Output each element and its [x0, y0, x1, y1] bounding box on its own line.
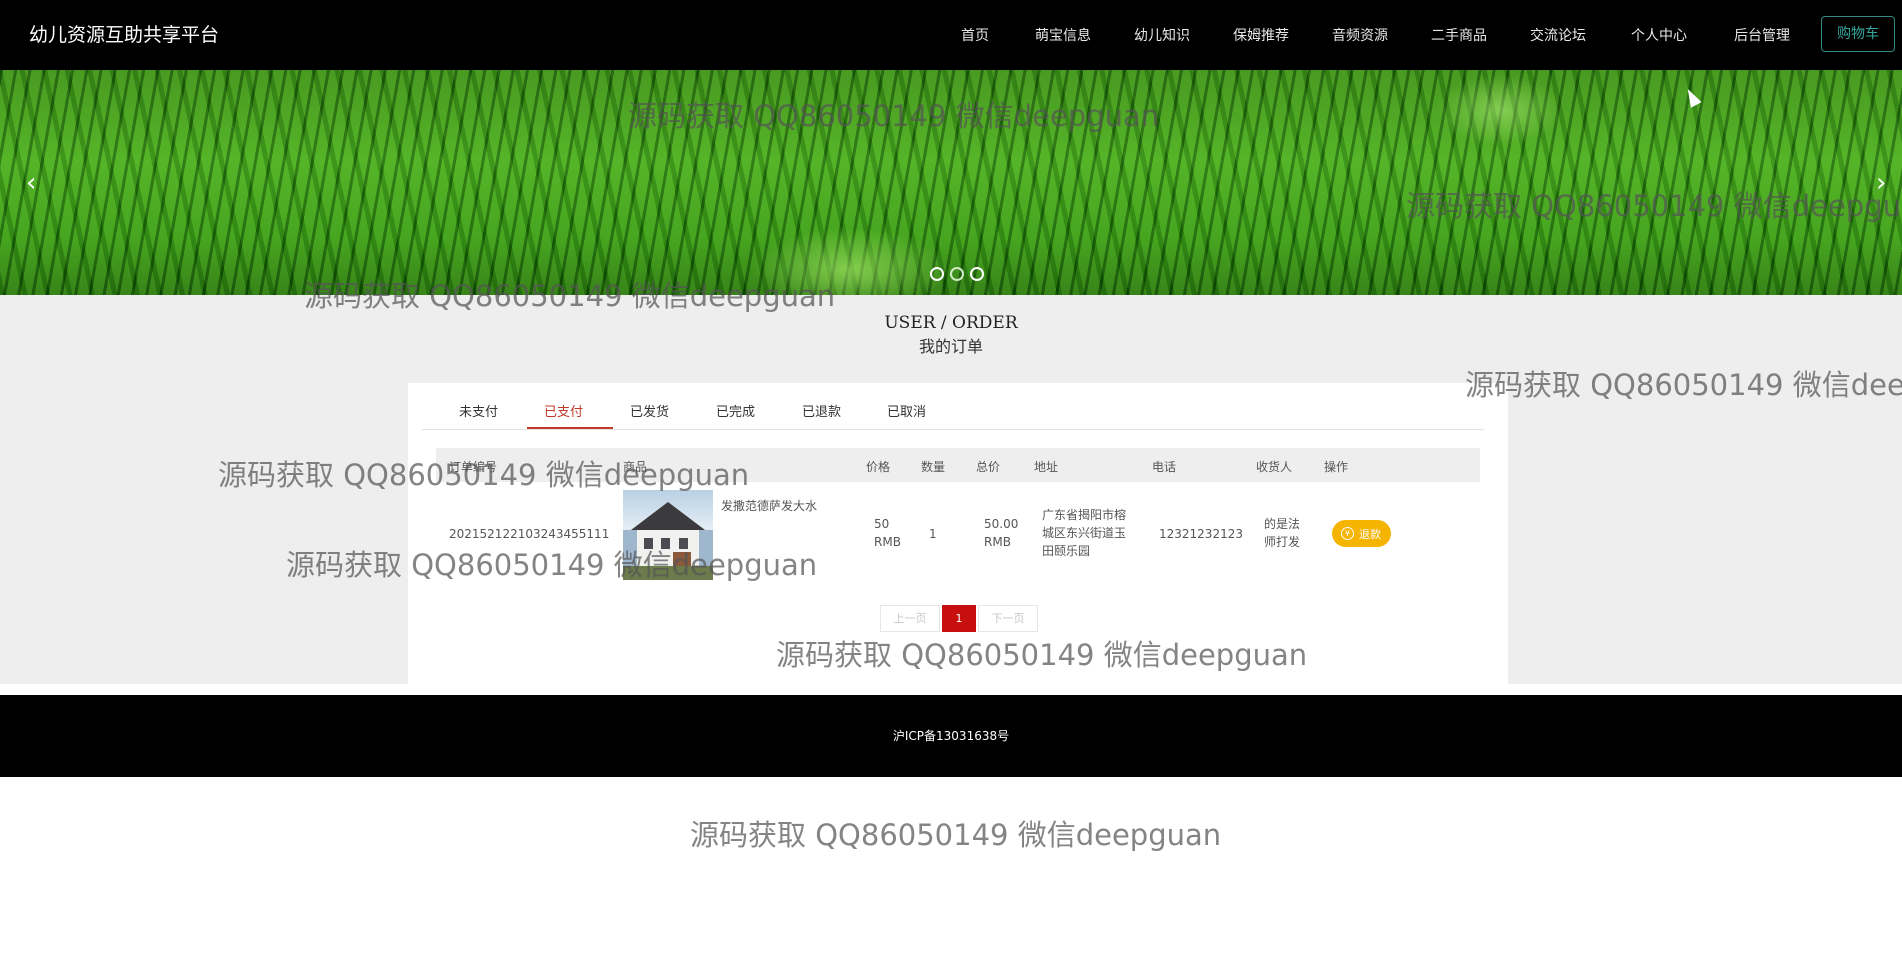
- carousel-prev-icon[interactable]: ‹: [26, 170, 36, 196]
- receiver-line: 的是法: [1264, 517, 1301, 531]
- price-value: 50: [874, 517, 890, 531]
- order-number: 20215212210324345511​1: [449, 527, 610, 541]
- column-header-address: 地址: [1034, 460, 1059, 474]
- nav-item-baby-info[interactable]: 萌宝信息: [1035, 25, 1091, 45]
- receiver-line: 师打发: [1264, 535, 1301, 549]
- nav-item-nanny[interactable]: 保姆推荐: [1233, 25, 1289, 45]
- refund-button[interactable]: ¥ 退款: [1332, 520, 1391, 547]
- product-image[interactable]: [623, 490, 713, 580]
- total-value: 50.00: [984, 517, 1019, 531]
- nav-item-admin[interactable]: 后台管理: [1734, 25, 1790, 45]
- carousel-next-icon[interactable]: ›: [1876, 170, 1886, 196]
- carousel-dot[interactable]: [970, 267, 984, 281]
- yen-icon: ¥: [1341, 527, 1354, 540]
- address-line: 城区东兴街道玉: [1042, 526, 1127, 540]
- tab-unpaid[interactable]: 未支付: [459, 401, 498, 420]
- table-header: 订单编号 商品 价格 数量 总价 地址 电话 收货人 操作: [436, 448, 1480, 482]
- tab-shipped[interactable]: 已发货: [630, 401, 669, 420]
- tab-completed[interactable]: 已完成: [716, 401, 755, 420]
- banner-carousel: ‹ ›: [0, 70, 1902, 295]
- prev-page-button[interactable]: 上一页: [880, 605, 940, 632]
- tab-refunded[interactable]: 已退款: [802, 401, 841, 420]
- footer: 沪ICP备13031638号: [0, 695, 1902, 777]
- section-title-en: USER / ORDER: [884, 313, 1018, 333]
- address-line: 田颐乐园: [1042, 544, 1091, 558]
- price-unit: RMB: [874, 535, 901, 549]
- nav-item-audio[interactable]: 音频资源: [1332, 25, 1388, 45]
- column-header-quantity: 数量: [921, 460, 946, 474]
- nav-item-child-knowledge[interactable]: 幼儿知识: [1134, 25, 1190, 45]
- carousel-dot[interactable]: [930, 267, 944, 281]
- order-status-tabs: 未支付 已支付 已发货 已完成 已退款 已取消: [422, 383, 1484, 430]
- page-title: 我的订单: [918, 337, 983, 356]
- nav-item-second-hand[interactable]: 二手商品: [1431, 25, 1487, 45]
- top-navbar: 幼儿资源互助共享平台 首页 萌宝信息 幼儿知识 保姆推荐 音频资源 二手商品 交…: [0, 0, 1902, 70]
- quantity-value: 1: [929, 527, 937, 541]
- refund-button-label: 退款: [1359, 528, 1381, 541]
- column-header-price: 价格: [866, 460, 891, 474]
- page-number-current[interactable]: 1: [942, 605, 976, 632]
- watermark-text: 源码获取 QQ86050149 微信deepguan: [690, 818, 1222, 852]
- column-header-total: 总价: [976, 460, 1001, 474]
- nav-item-forum[interactable]: 交流论坛: [1530, 25, 1586, 45]
- address-line: 广东省揭阳市榕: [1042, 508, 1127, 522]
- icp-record[interactable]: 沪ICP备13031638号: [0, 727, 1902, 744]
- tab-cancelled[interactable]: 已取消: [887, 401, 926, 420]
- cart-button[interactable]: 购物车: [1821, 16, 1895, 52]
- next-page-button[interactable]: 下一页: [978, 605, 1038, 632]
- column-header-action: 操作: [1324, 460, 1349, 474]
- total-unit: RMB: [984, 535, 1011, 549]
- site-brand[interactable]: 幼儿资源互助共享平台: [29, 20, 219, 47]
- page: 幼儿资源互助共享平台 首页 萌宝信息 幼儿知识 保姆推荐 音频资源 二手商品 交…: [0, 0, 1902, 968]
- active-tab-indicator: [527, 427, 613, 429]
- order-card: 未支付 已支付 已发货 已完成 已退款 已取消 订单编号 商品 价格 数量 总价…: [408, 383, 1508, 684]
- phone-value: 12321232123: [1159, 527, 1243, 541]
- nav-item-home[interactable]: 首页: [961, 25, 989, 45]
- column-header-phone: 电话: [1152, 460, 1177, 474]
- column-header-order-no: 订单编号: [449, 460, 498, 474]
- product-name[interactable]: 发撒范德萨发大水: [721, 498, 817, 515]
- carousel-dot-active[interactable]: [950, 267, 964, 281]
- column-header-product: 商品: [623, 460, 648, 474]
- tab-paid[interactable]: 已支付: [544, 401, 583, 420]
- nav-item-personal-center[interactable]: 个人中心: [1631, 25, 1687, 45]
- column-header-receiver: 收货人: [1256, 460, 1293, 474]
